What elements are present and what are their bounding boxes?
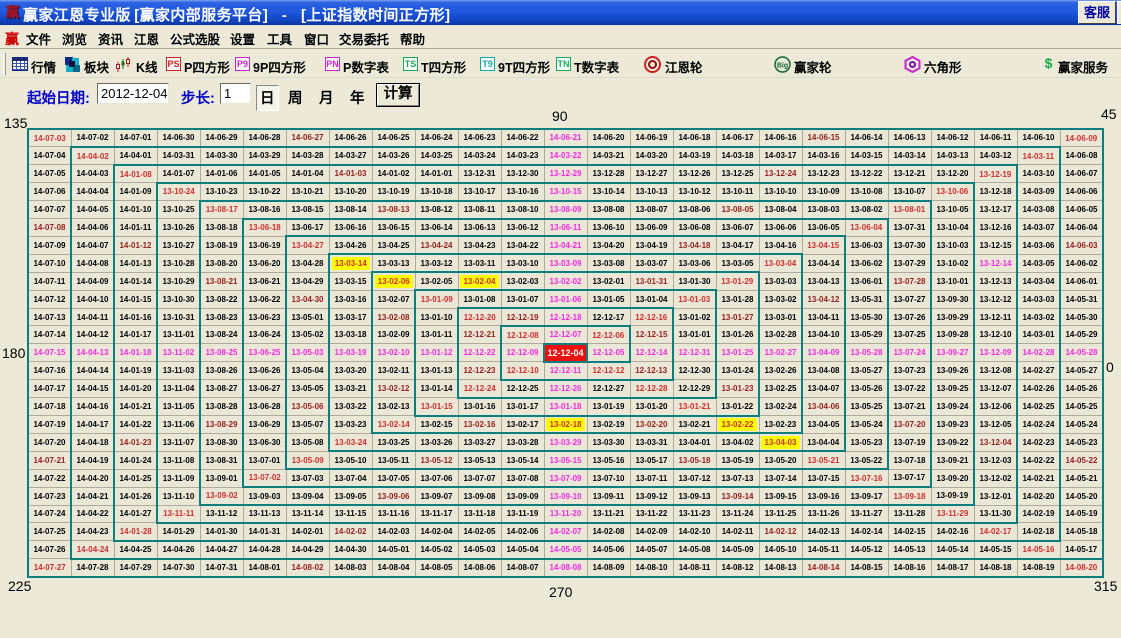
svg-text:Big: Big (777, 63, 788, 70)
